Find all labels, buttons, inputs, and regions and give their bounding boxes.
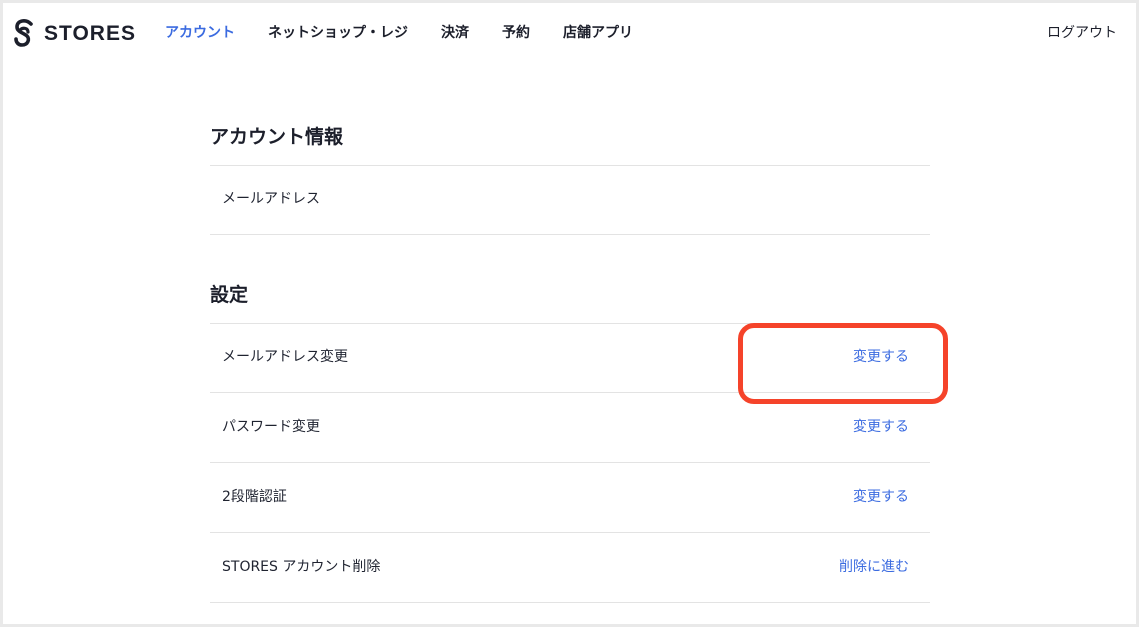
- top-header: STORES アカウント ネットショップ・レジ 決済 予約 店舗アプリ ログアウ…: [3, 3, 1136, 63]
- account-info-title: アカウント情報: [210, 126, 344, 148]
- logout-link[interactable]: ログアウト: [1047, 23, 1117, 43]
- brand-name: STORES: [44, 22, 136, 45]
- settings-row-two-factor-label: 2段階認証: [222, 489, 287, 505]
- nav-item-payment[interactable]: 決済: [441, 23, 469, 43]
- divider: [210, 234, 930, 235]
- settings-row-password-change-label: パスワード変更: [222, 419, 320, 435]
- highlight-annotation-box: [738, 323, 948, 404]
- settings-row-delete-account-label: STORES アカウント削除: [222, 559, 381, 575]
- divider: [210, 602, 930, 603]
- divider: [210, 165, 930, 166]
- brand-logo[interactable]: STORES: [12, 17, 136, 51]
- stores-logo-icon: [14, 19, 33, 47]
- page: STORES アカウント ネットショップ・レジ 決済 予約 店舗アプリ ログアウ…: [3, 3, 1136, 624]
- settings-title: 設定: [210, 284, 249, 306]
- nav-item-reservation[interactable]: 予約: [502, 23, 530, 43]
- email-label: メールアドレス: [222, 191, 320, 207]
- nav-item-store-app[interactable]: 店舗アプリ: [563, 23, 633, 43]
- settings-row-email-change-label: メールアドレス変更: [222, 349, 348, 365]
- divider: [210, 462, 930, 463]
- divider: [210, 532, 930, 533]
- nav-item-netshop-register[interactable]: ネットショップ・レジ: [268, 23, 408, 43]
- delete-account-button[interactable]: 削除に進む: [839, 557, 909, 577]
- main-nav: アカウント ネットショップ・レジ 決済 予約 店舗アプリ: [165, 23, 666, 43]
- two-factor-change-button[interactable]: 変更する: [853, 487, 909, 507]
- password-change-button[interactable]: 変更する: [853, 417, 909, 437]
- nav-item-account[interactable]: アカウント: [165, 23, 235, 43]
